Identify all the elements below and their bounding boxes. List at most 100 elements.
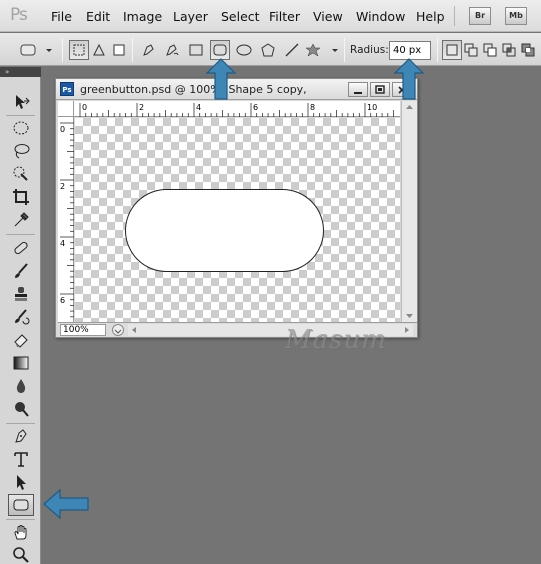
exclude-shape-button[interactable]	[518, 40, 538, 60]
zoom-tool[interactable]	[8, 544, 34, 564]
type-icon	[14, 452, 28, 467]
eraser-icon	[14, 334, 28, 348]
eyedropper-tool[interactable]	[8, 209, 34, 231]
move-tool[interactable]	[8, 91, 34, 113]
custom-shape-button[interactable]	[305, 40, 341, 60]
toolbox: »	[0, 67, 41, 564]
new-shape-layer-button[interactable]	[442, 40, 462, 60]
rounded-rectangle-shape[interactable]	[125, 189, 324, 272]
lasso-icon	[14, 144, 30, 159]
ruler-label: 4	[60, 239, 65, 248]
status-info-button[interactable]	[112, 324, 124, 336]
quick-selection-tool[interactable]	[8, 163, 34, 185]
polygon-shape-button[interactable]	[258, 40, 278, 60]
maximize-button[interactable]	[370, 82, 390, 97]
brush-tool[interactable]	[8, 260, 34, 282]
freeform-pen-icon	[166, 44, 179, 56]
intersect-shape-icon	[502, 43, 516, 57]
rectangle-shape-button[interactable]	[186, 40, 206, 60]
ruler-ticks: 0 2 4 6 8 10	[79, 103, 394, 117]
hand-tool[interactable]	[8, 521, 34, 543]
tool-preset-picker[interactable]	[17, 40, 55, 60]
pen-tool[interactable]	[8, 425, 34, 447]
path-selection-tool[interactable]	[8, 471, 34, 493]
menu-bar: Ps File Edit Image Layer Select Filter V…	[0, 0, 541, 32]
pen-tool-button[interactable]	[139, 40, 159, 60]
vertical-ruler[interactable]: 0 2 4 6	[58, 117, 74, 322]
marquee-tool[interactable]	[8, 117, 34, 139]
history-brush-tool[interactable]	[8, 306, 34, 328]
minimize-button[interactable]	[348, 82, 368, 97]
options-separator	[132, 38, 133, 62]
ruler-label: 0	[82, 103, 87, 112]
photoshop-logo: Ps	[10, 5, 28, 25]
type-tool[interactable]	[8, 448, 34, 470]
line-shape-button[interactable]	[282, 40, 302, 60]
history-brush-icon	[15, 309, 30, 325]
hand-icon	[14, 525, 27, 540]
menu-view[interactable]: View	[313, 9, 343, 24]
add-shape-icon	[464, 43, 478, 57]
dodge-tool[interactable]	[8, 398, 34, 420]
eraser-tool[interactable]	[8, 329, 34, 351]
rounded-rectangle-tool[interactable]	[8, 494, 34, 516]
subtract-shape-button[interactable]	[480, 40, 500, 60]
gradient-tool[interactable]	[8, 352, 34, 374]
bandage-icon	[14, 241, 28, 255]
horizontal-ruler[interactable]: 0 2 4 6 8 10	[74, 101, 400, 117]
zoom-level-field[interactable]: 100%	[60, 324, 106, 336]
photoshop-document-icon: Ps	[60, 82, 74, 96]
callout-arrow-up-icon	[205, 58, 237, 100]
callout-arrow-left-icon	[43, 488, 89, 520]
healing-brush-tool[interactable]	[8, 237, 34, 259]
ellipse-icon	[236, 44, 252, 56]
brush-icon	[15, 263, 28, 278]
pen-icon	[143, 44, 154, 56]
blur-tool[interactable]	[8, 375, 34, 397]
intersect-shape-button[interactable]	[499, 40, 519, 60]
menu-layer[interactable]: Layer	[173, 9, 208, 24]
vertical-scrollbar[interactable]	[401, 101, 417, 322]
menu-edit[interactable]: Edit	[86, 9, 110, 24]
bridge-button[interactable]: Br	[469, 7, 491, 25]
ellipse-shape-button[interactable]	[234, 40, 254, 60]
ruler-label: 6	[253, 103, 258, 112]
add-to-shape-button[interactable]	[461, 40, 481, 60]
menu-help[interactable]: Help	[416, 9, 445, 24]
quick-selection-icon	[13, 166, 28, 181]
mini-bridge-button[interactable]: Mb	[505, 7, 527, 25]
restore-icon	[375, 85, 385, 94]
eyedropper-icon	[14, 212, 29, 227]
ruler-label: 8	[310, 103, 315, 112]
line-icon	[285, 43, 299, 57]
clone-stamp-tool[interactable]	[8, 283, 34, 305]
dodge-icon	[15, 402, 29, 417]
droplet-icon	[16, 379, 26, 393]
document-canvas[interactable]	[75, 118, 400, 322]
zoom-icon	[13, 547, 29, 563]
move-icon	[16, 95, 30, 109]
menu-file[interactable]: File	[51, 9, 72, 24]
options-separator	[437, 38, 438, 62]
polygon-icon	[261, 43, 275, 57]
rounded-rectangle-icon	[213, 44, 227, 56]
menu-window[interactable]: Window	[356, 9, 405, 24]
ruler-origin[interactable]	[58, 101, 74, 117]
freeform-pen-button[interactable]	[162, 40, 182, 60]
document-title: greenbutton.psd @ 100% (Shape 5 copy, RG…	[80, 83, 310, 96]
elliptical-marquee-icon	[13, 121, 29, 135]
toolbox-collapse-bar[interactable]: »	[0, 67, 41, 77]
pen-icon	[15, 429, 27, 443]
menu-select[interactable]: Select	[221, 9, 260, 24]
menu-filter[interactable]: Filter	[269, 9, 300, 24]
shape-layers-button[interactable]	[69, 40, 89, 60]
ruler-label: 2	[60, 182, 65, 191]
paths-button[interactable]	[89, 40, 109, 60]
stamp-icon	[15, 287, 27, 301]
menu-image[interactable]: Image	[123, 9, 162, 24]
toolbox-separator	[6, 234, 35, 235]
lasso-tool[interactable]	[8, 140, 34, 162]
crop-tool[interactable]	[8, 186, 34, 208]
ruler-label: 10	[367, 103, 377, 112]
fill-pixels-button[interactable]	[109, 40, 129, 60]
